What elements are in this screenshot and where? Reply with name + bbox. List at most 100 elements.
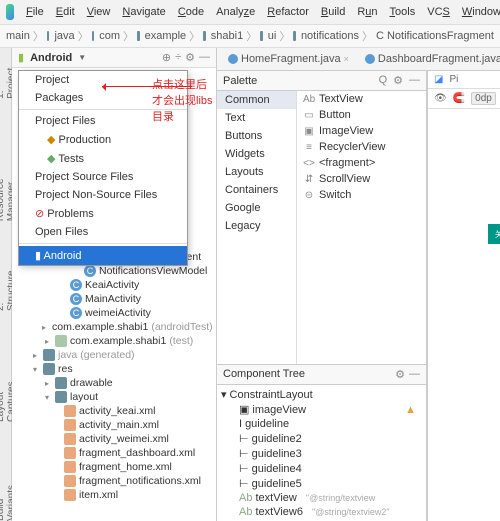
tree-fragment-notifications[interactable]: fragment_notifications.xml <box>12 474 216 488</box>
tool-window-bar: 1: Project Resource Manager 2: Structure… <box>0 48 12 521</box>
tree-fragment-dashboard[interactable]: fragment_dashboard.xml <box>12 446 216 460</box>
dropdown-problems[interactable]: ⊘ Problems <box>19 204 187 223</box>
pixel-label[interactable]: Pi <box>449 74 458 85</box>
dropdown-project-source[interactable]: Project Source Files <box>19 168 187 186</box>
class-icon <box>365 54 375 64</box>
bc-shabi1[interactable]: shabi1 <box>211 30 243 42</box>
bc-fragment[interactable]: NotificationsFragment <box>387 30 494 42</box>
eye-icon[interactable]: 👁 <box>434 93 447 104</box>
folder-icon <box>137 31 140 41</box>
chevron-down-icon[interactable]: ▼ <box>78 53 86 62</box>
minimize-icon[interactable]: — <box>409 74 420 87</box>
tab-home-fragment[interactable]: HomeFragment.java× <box>221 50 356 68</box>
tree-item[interactable]: item.xml <box>12 488 216 502</box>
close-icon[interactable]: × <box>344 54 349 64</box>
tree-activity-weimei[interactable]: activity_weimei.xml <box>12 432 216 446</box>
tree-pkg-androidtest[interactable]: ▸com.example.shabi1 (androidTest) <box>12 320 216 334</box>
pcat-google[interactable]: Google <box>217 199 296 217</box>
bc-notifications[interactable]: notifications <box>301 30 359 42</box>
annotation-arrow <box>102 86 192 87</box>
gear-icon[interactable]: ⚙ <box>393 74 403 87</box>
ct-guideline2[interactable]: ⊢guideline2 <box>217 431 426 446</box>
device-icon[interactable]: ◪ <box>434 74 443 85</box>
dropdown-packages[interactable]: Packages <box>19 89 187 107</box>
gear-icon[interactable]: ⚙ <box>395 368 405 381</box>
pcat-containers[interactable]: Containers <box>217 181 296 199</box>
ct-guideline3[interactable]: ⊢guideline3 <box>217 446 426 461</box>
tree-drawable[interactable]: ▸drawable <box>12 376 216 390</box>
comp-switch[interactable]: ⊝Switch <box>297 187 426 203</box>
dropdown-android[interactable]: ▮ Android <box>19 246 187 265</box>
folder-icon <box>47 31 50 41</box>
folder-icon <box>203 31 206 41</box>
zoom-display[interactable]: 0dp <box>471 92 496 105</box>
search-icon[interactable]: Q <box>379 74 388 87</box>
comp-recyclerview[interactable]: ≡RecyclerView <box>297 139 426 155</box>
pcat-buttons[interactable]: Buttons <box>217 127 296 145</box>
layout-preview: ◪ Pi 👁 🧲 0dp ⋯ % % % % <box>427 71 500 521</box>
dropdown-tests[interactable]: ◆ Tests <box>19 149 187 168</box>
component-tree-title: Component Tree <box>223 368 305 381</box>
minimize-icon[interactable]: — <box>409 368 420 381</box>
bc-example[interactable]: example <box>145 30 187 42</box>
menu-bar: File Edit View Navigate Code Analyze Ref… <box>0 0 500 25</box>
bc-ui[interactable]: ui <box>268 30 277 42</box>
tree-pkg-test[interactable]: ▸com.example.shabi1 (test) <box>12 334 216 348</box>
menu-build[interactable]: Build <box>317 4 349 20</box>
pcat-text[interactable]: Text <box>217 109 296 127</box>
menu-navigate[interactable]: Navigate <box>118 4 169 20</box>
menu-code[interactable]: Code <box>174 4 208 20</box>
comp-fragment[interactable]: <><fragment> <box>297 155 426 171</box>
menu-edit[interactable]: Edit <box>52 4 79 20</box>
tree-java-generated[interactable]: ▸java (generated) <box>12 348 216 362</box>
ct-guideline5[interactable]: ⊢guideline5 <box>217 476 426 491</box>
tree-activity-keai[interactable]: activity_keai.xml <box>12 404 216 418</box>
palette-panel: Palette Q⚙— Common Text Buttons Widgets … <box>217 71 427 521</box>
bc-java[interactable]: java <box>54 30 74 42</box>
tree-main-activity[interactable]: CMainActivity <box>12 292 216 306</box>
tree-weimei-activity[interactable]: CweimeiActivity <box>12 306 216 320</box>
bc-com[interactable]: com <box>99 30 120 42</box>
dropdown-project-files[interactable]: Project Files <box>19 112 187 130</box>
comp-textview[interactable]: AbTextView <box>297 91 426 107</box>
dropdown-production[interactable]: ◆ Production <box>19 130 187 149</box>
menu-refactor[interactable]: Refactor <box>263 4 313 20</box>
tree-activity-main[interactable]: activity_main.xml <box>12 418 216 432</box>
divide-icon[interactable]: ÷ <box>175 51 181 64</box>
ct-root[interactable]: ▾ConstraintLayout <box>217 387 426 402</box>
menu-file[interactable]: File <box>22 4 48 20</box>
menu-view[interactable]: View <box>83 4 115 20</box>
ct-textview[interactable]: AbtextView "@string/textview <box>217 491 426 505</box>
tree-res[interactable]: ▾res <box>12 362 216 376</box>
tree-keai-activity[interactable]: CKeaiActivity <box>12 278 216 292</box>
gear-icon[interactable]: ⚙ <box>185 51 195 64</box>
ct-imageview[interactable]: ▣imageView▲ <box>217 402 426 417</box>
pcat-common[interactable]: Common <box>217 91 296 109</box>
folder-icon <box>92 31 95 41</box>
magnet-icon[interactable]: 🧲 <box>453 93 465 104</box>
target-icon[interactable]: ⊕ <box>162 51 171 64</box>
menu-vcs[interactable]: VCS <box>423 4 454 20</box>
pcat-widgets[interactable]: Widgets <box>217 145 296 163</box>
menu-run[interactable]: Run <box>353 4 381 20</box>
pcat-layouts[interactable]: Layouts <box>217 163 296 181</box>
dropdown-open-files[interactable]: Open Files <box>19 223 187 241</box>
menu-window[interactable]: Window <box>458 4 500 20</box>
comp-scrollview[interactable]: ⇵ScrollView <box>297 171 426 187</box>
menu-analyze[interactable]: Analyze <box>212 4 259 20</box>
ct-guideline4[interactable]: ⊢guideline4 <box>217 461 426 476</box>
ct-guideline[interactable]: Iguideline <box>217 417 426 431</box>
dropdown-project-non-source[interactable]: Project Non-Source Files <box>19 186 187 204</box>
comp-button[interactable]: ▭Button <box>297 107 426 123</box>
tree-notifications-viewmodel[interactable]: CNotificationsViewModel <box>12 264 216 278</box>
tree-fragment-home[interactable]: fragment_home.xml <box>12 460 216 474</box>
minimize-icon[interactable]: — <box>199 51 210 64</box>
preview-canvas[interactable]: % % % % % 关注 <box>428 109 500 521</box>
bc-main[interactable]: main <box>6 30 30 42</box>
tab-dashboard-fragment[interactable]: DashboardFragment.java <box>358 50 500 68</box>
menu-tools[interactable]: Tools <box>386 4 420 20</box>
pcat-legacy[interactable]: Legacy <box>217 217 296 235</box>
view-mode-dropdown[interactable]: Android <box>30 52 72 64</box>
tree-layout[interactable]: ▾layout <box>12 390 216 404</box>
comp-imageview[interactable]: ▣ImageView <box>297 123 426 139</box>
